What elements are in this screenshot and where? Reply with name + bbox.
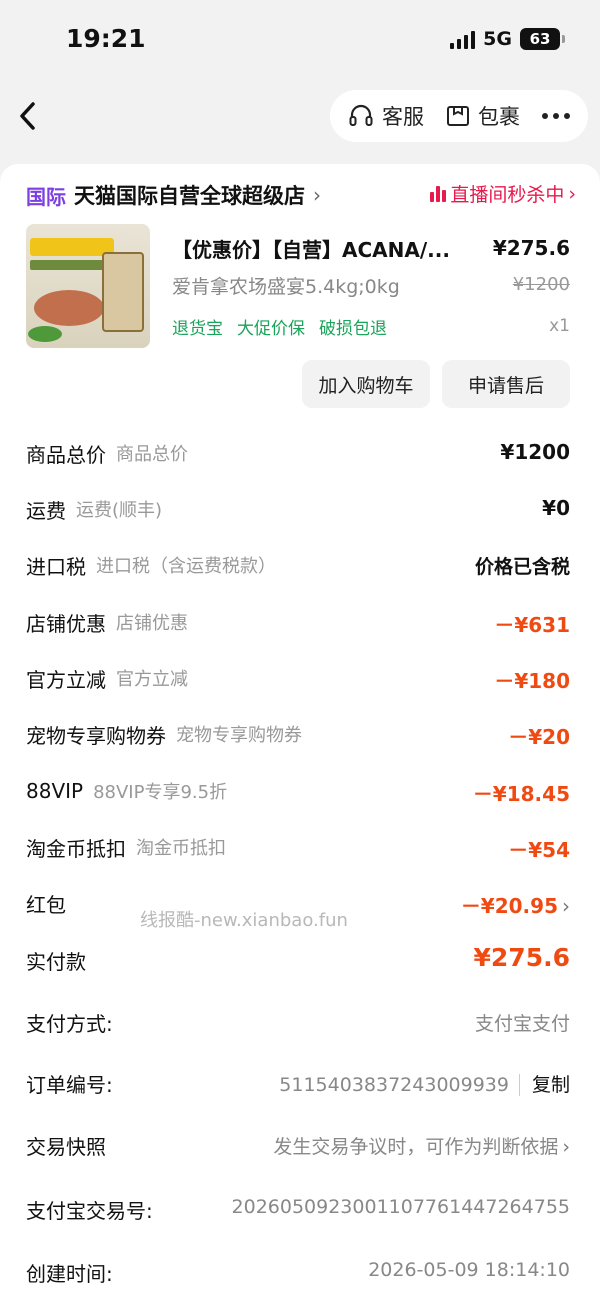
product-item[interactable]: 【优惠价】【自营】ACANA/... ¥275.6 爱肯拿农场盛宴5.4kg;0… xyxy=(26,224,574,352)
info-row-pay-method: 支付方式: 支付宝支付 xyxy=(26,1011,570,1036)
product-title: 【优惠价】【自营】ACANA/... xyxy=(172,238,450,262)
tag-return: 退货宝 xyxy=(172,319,223,339)
price-row-paid: 实付款 ¥275.6 xyxy=(26,943,570,974)
price-row-store-discount: 店铺优惠 店铺优惠 －¥631 xyxy=(26,611,570,638)
chevron-right-icon: › xyxy=(568,182,576,205)
store-row: 国际 天猫国际自营全球超级店 › 直播间秒杀中 › xyxy=(26,180,576,210)
status-bar: 19:21 5G 63 xyxy=(0,0,600,80)
tag-damage-refund: 破损包退 xyxy=(319,319,387,339)
live-icon xyxy=(430,185,447,202)
package-icon xyxy=(447,106,469,126)
signal-icon xyxy=(450,29,476,49)
store-name[interactable]: 天猫国际自营全球超级店 xyxy=(74,180,305,210)
live-link[interactable]: 直播间秒杀中 › xyxy=(430,180,576,207)
nav-actions: 客服 包裹 xyxy=(330,90,588,142)
package-button[interactable]: 包裹 xyxy=(446,101,520,131)
headset-icon xyxy=(349,104,373,126)
price-row-total: 商品总价 商品总价 ¥1200 xyxy=(26,440,570,467)
top-nav: 客服 包裹 xyxy=(0,86,600,148)
product-quantity: x1 xyxy=(549,316,570,336)
more-icon[interactable] xyxy=(542,113,570,119)
service-button[interactable]: 客服 xyxy=(348,101,424,131)
live-label: 直播间秒杀中 xyxy=(450,184,565,206)
product-original-price: ¥1200 xyxy=(512,274,570,295)
battery-icon: 63 xyxy=(520,28,565,50)
order-number: 5115403837243009939 xyxy=(279,1074,509,1096)
price-row-shipping: 运费 运费(顺丰) ¥0 xyxy=(26,496,570,523)
product-actions: 加入购物车 申请售后 xyxy=(302,360,570,408)
add-to-cart-button[interactable]: 加入购物车 xyxy=(302,360,430,408)
info-row-alipay-no: 支付宝交易号: 2026050923001107761447264755 xyxy=(26,1196,570,1223)
network-label: 5G xyxy=(483,28,512,50)
product-spec: 爱肯拿农场盛宴5.4kg;0kg xyxy=(172,276,400,298)
chevron-right-icon: › xyxy=(313,183,321,207)
info-row-snapshot[interactable]: 交易快照 发生交易争议时，可作为判断依据 › xyxy=(26,1130,570,1160)
chevron-right-icon: › xyxy=(562,894,570,918)
package-label: 包裹 xyxy=(478,105,520,129)
info-row-order-no: 订单编号: 5115403837243009939 复制 xyxy=(26,1072,570,1097)
product-price: ¥275.6 xyxy=(492,236,570,260)
price-row-import-tax: 进口税 进口税（含运费税款） 价格已含税 xyxy=(26,554,570,579)
product-thumbnail[interactable] xyxy=(26,224,150,348)
product-tags: 退货宝 大促价保 破损包退 xyxy=(172,314,387,339)
price-row-coins: 淘金币抵扣 淘金币抵扣 －¥54 xyxy=(26,836,570,863)
status-icons: 5G 63 xyxy=(450,28,565,50)
after-sale-button[interactable]: 申请售后 xyxy=(442,360,570,408)
order-card: 国际 天猫国际自营全球超级店 › 直播间秒杀中 › 【优惠价】【自营】ACANA… xyxy=(0,164,600,1298)
copy-button[interactable]: 复制 xyxy=(518,1074,570,1096)
price-row-official-discount: 官方立减 官方立减 －¥180 xyxy=(26,667,570,694)
chevron-right-icon: › xyxy=(562,1136,570,1158)
info-row-created: 创建时间: 2026-05-09 18:14:10 xyxy=(26,1259,570,1286)
back-icon[interactable] xyxy=(18,96,48,136)
price-row-pet-coupon: 宠物专享购物券 宠物专享购物券 －¥20 xyxy=(26,723,570,750)
service-label: 客服 xyxy=(382,105,424,129)
intl-badge: 国际 xyxy=(26,184,66,209)
status-time: 19:21 xyxy=(66,24,146,53)
watermark: 线报酷-new.xianbao.fun xyxy=(140,910,348,931)
tag-price-protect: 大促价保 xyxy=(237,319,305,339)
price-row-88vip: 88VIP 88VIP专享9.5折 －¥18.45 xyxy=(26,779,570,806)
